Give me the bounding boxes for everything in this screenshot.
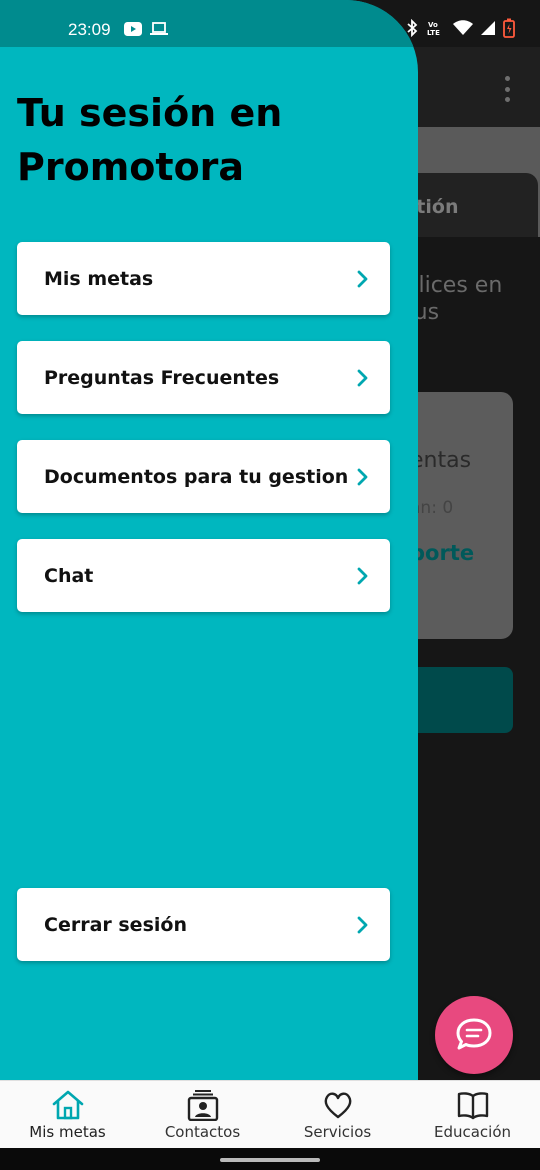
menu-item-mis-metas[interactable]: Mis metas — [17, 242, 390, 315]
home-indicator[interactable] — [220, 1158, 320, 1162]
home-icon — [52, 1090, 83, 1120]
status-bar — [0, 0, 418, 47]
chevron-right-icon — [357, 916, 368, 933]
menu-item-label: Documentos para tu gestion — [44, 465, 349, 488]
chevron-right-icon — [357, 369, 368, 386]
chevron-right-icon — [357, 468, 368, 485]
drawer-title: Tu sesión en Promotora — [17, 91, 283, 189]
volte-icon: VoLTE — [427, 21, 440, 37]
menu-item-label: Chat — [44, 564, 94, 587]
nav-mis-metas[interactable]: Mis metas — [0, 1081, 135, 1149]
laptop-icon — [150, 22, 168, 35]
nav-contactos[interactable]: Contactos — [135, 1081, 270, 1149]
background-card-title: entas — [410, 448, 472, 473]
background-card-link: porte — [410, 541, 475, 565]
wifi-icon — [453, 20, 473, 35]
logout-label: Cerrar sesión — [44, 913, 187, 936]
menu-item-preguntas-frecuentes[interactable]: Preguntas Frecuentes — [17, 341, 390, 414]
youtube-icon — [124, 22, 142, 36]
menu-item-chat[interactable]: Chat — [17, 539, 390, 612]
nav-label: Mis metas — [29, 1123, 106, 1141]
nav-servicios[interactable]: Servicios — [270, 1081, 405, 1149]
heart-icon — [324, 1092, 351, 1119]
signal-icon — [481, 21, 495, 35]
chat-fab-button[interactable] — [435, 996, 513, 1074]
menu-item-label: Mis metas — [44, 267, 154, 290]
status-icons-left — [124, 22, 168, 36]
nav-label: Contactos — [164, 1123, 241, 1141]
more-options-icon[interactable] — [500, 76, 514, 102]
contacts-icon — [187, 1090, 218, 1121]
svg-text:Vo: Vo — [428, 21, 438, 29]
bottom-navigation: Mis metas Contactos Servicios Educación — [0, 1080, 540, 1148]
svg-text:LTE: LTE — [427, 29, 440, 37]
chevron-right-icon — [357, 270, 368, 287]
background-text: alices en — [405, 273, 503, 298]
menu-item-label: Preguntas Frecuentes — [44, 366, 280, 389]
menu-item-documentos[interactable]: Documentos para tu gestion — [17, 440, 390, 513]
book-icon — [457, 1092, 488, 1120]
status-time: 23:09 — [68, 20, 111, 39]
nav-label: Educación — [433, 1123, 512, 1141]
nav-label: Servicios — [303, 1123, 372, 1141]
chevron-right-icon — [357, 567, 368, 584]
chat-bubble-icon — [456, 1018, 492, 1050]
battery-icon — [503, 18, 515, 38]
nav-educacion[interactable]: Educación — [405, 1081, 540, 1149]
logout-button[interactable]: Cerrar sesión — [17, 888, 390, 961]
